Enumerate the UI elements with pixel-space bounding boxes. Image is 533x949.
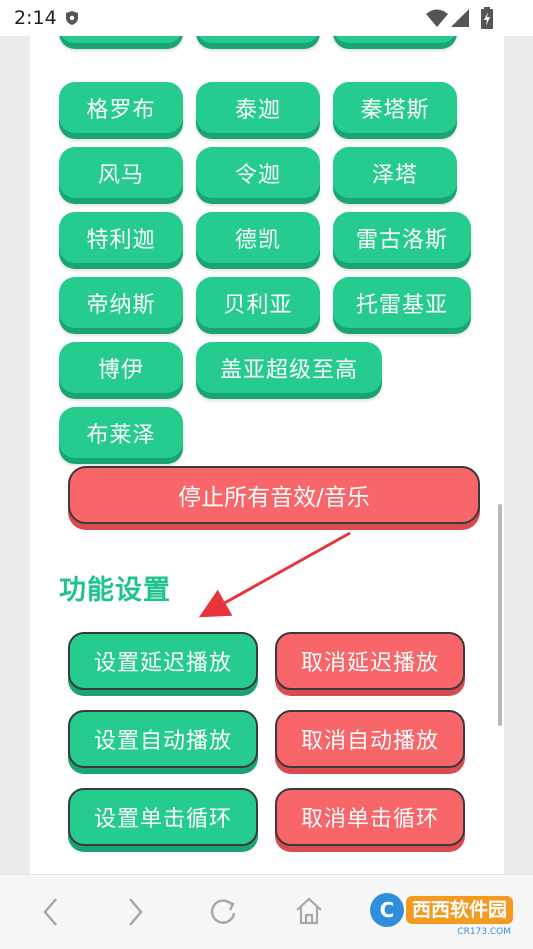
watermark-logo: C 西西软件园 [369, 893, 513, 927]
home-icon[interactable] [294, 895, 324, 929]
browser-bottom-bar: C 西西软件园 CR173.COM [0, 874, 533, 949]
annotation-arrow [198, 531, 351, 618]
forward-icon[interactable] [124, 895, 146, 929]
watermark-text: 西西软件园 [405, 896, 513, 924]
watermark-c-icon: C [369, 893, 404, 927]
watermark-sub: CR173.COM [457, 927, 511, 937]
refresh-icon[interactable] [208, 895, 238, 929]
back-icon[interactable] [40, 895, 62, 929]
